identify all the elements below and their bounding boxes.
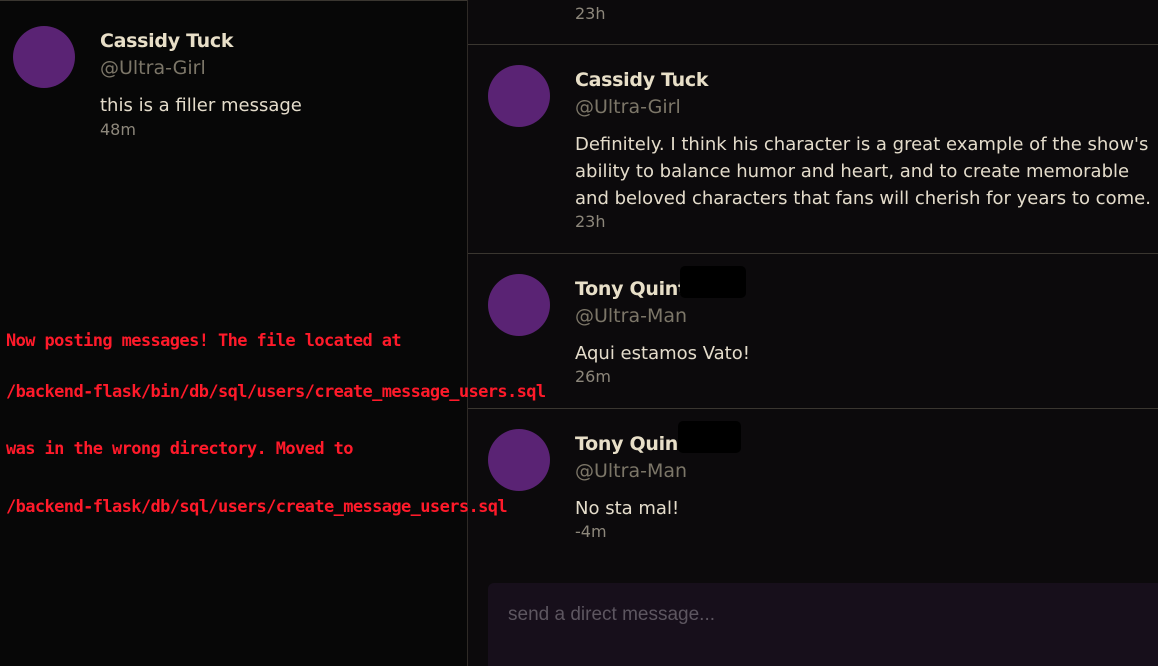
annotation-line: was in the wrong directory. Moved to: [6, 439, 353, 459]
timestamp: 23h: [575, 212, 606, 231]
message-divider: [468, 253, 1158, 254]
display-name: Cassidy Tuck: [575, 69, 709, 91]
timestamp: 23h: [575, 4, 606, 23]
message-divider: [468, 408, 1158, 409]
handle: @Ultra-Man: [575, 460, 688, 482]
redaction-box: [680, 266, 746, 298]
timestamp: -4m: [575, 522, 607, 541]
message-preview: this is a filler message: [100, 95, 302, 116]
display-name: Tony Quint: [575, 278, 687, 300]
message-text: No sta mal!: [575, 498, 680, 519]
message-input[interactable]: [488, 583, 1158, 647]
handle: @Ultra-Man: [575, 305, 688, 327]
handle: @Ultra-Girl: [100, 57, 206, 79]
avatar[interactable]: [488, 65, 550, 127]
redaction-box: [678, 421, 741, 453]
avatar[interactable]: [488, 429, 550, 491]
message-text: Aqui estamos Vato!: [575, 343, 750, 364]
timestamp: 48m: [100, 120, 136, 139]
conversation-panel: [468, 0, 1158, 666]
display-name: Tony Quint: [575, 433, 687, 455]
avatar[interactable]: [13, 26, 75, 88]
handle: @Ultra-Girl: [575, 96, 681, 118]
messages-page: Cassidy Tuck @Ultra-Girl this is a fille…: [0, 0, 1158, 666]
annotation-line: /backend-flask/bin/db/sql/users/create_m…: [6, 382, 546, 402]
annotation-line: /backend-flask/db/sql/users/create_messa…: [6, 497, 508, 517]
annotation-line: Now posting messages! The file located a…: [6, 331, 402, 351]
display-name: Cassidy Tuck: [100, 30, 234, 52]
timestamp: 26m: [575, 367, 611, 386]
message-divider: [468, 44, 1158, 45]
message-composer: [488, 583, 1158, 666]
avatar[interactable]: [488, 274, 550, 336]
message-text: Definitely. I think his character is a g…: [575, 134, 1151, 209]
